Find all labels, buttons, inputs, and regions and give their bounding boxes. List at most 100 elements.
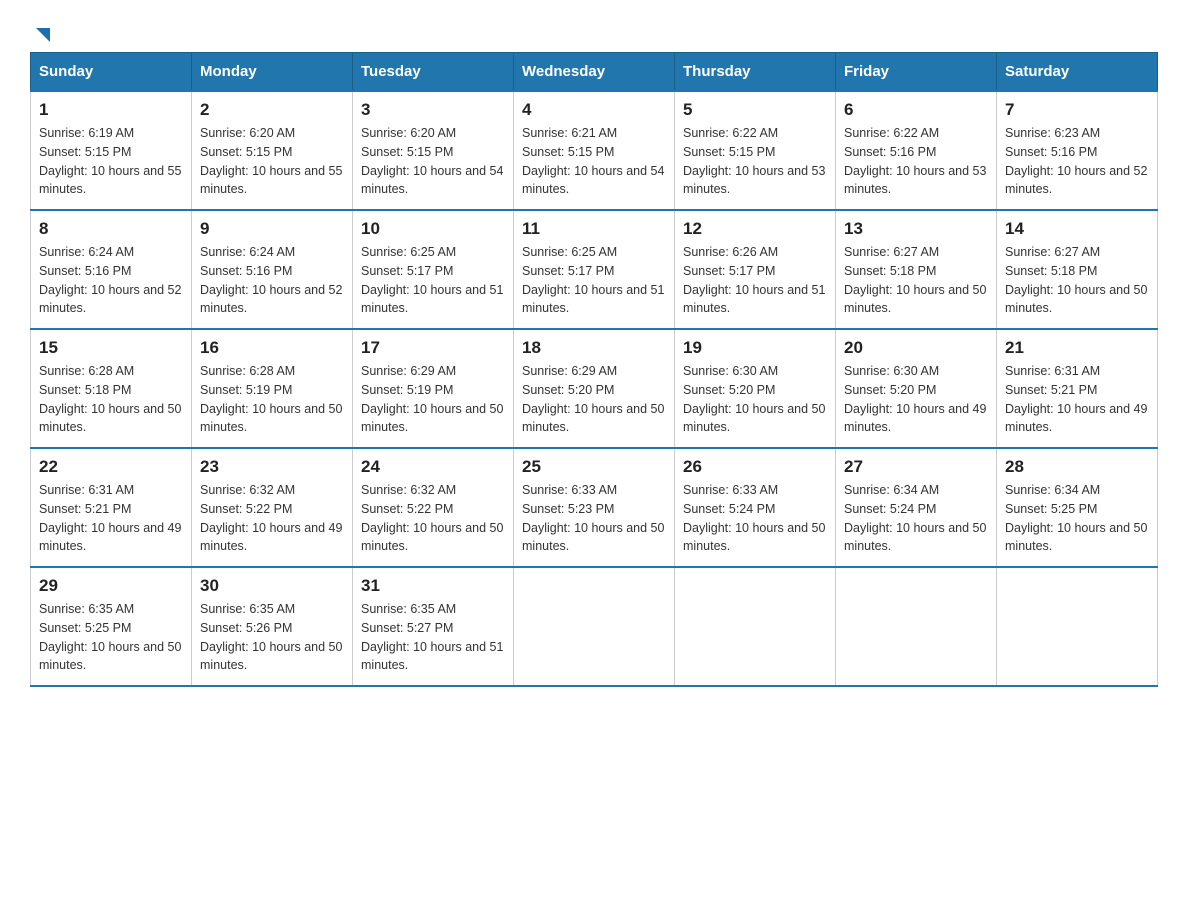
day-info: Sunrise: 6:29 AMSunset: 5:20 PMDaylight:… (522, 364, 664, 434)
day-number: 17 (361, 338, 505, 358)
day-number: 19 (683, 338, 827, 358)
day-info: Sunrise: 6:27 AMSunset: 5:18 PMDaylight:… (844, 245, 986, 315)
calendar-cell: 3 Sunrise: 6:20 AMSunset: 5:15 PMDayligh… (353, 91, 514, 210)
day-number: 26 (683, 457, 827, 477)
day-number: 9 (200, 219, 344, 239)
day-number: 30 (200, 576, 344, 596)
calendar-cell: 30 Sunrise: 6:35 AMSunset: 5:26 PMDaylig… (192, 567, 353, 686)
day-info: Sunrise: 6:28 AMSunset: 5:18 PMDaylight:… (39, 364, 181, 434)
day-number: 5 (683, 100, 827, 120)
day-info: Sunrise: 6:24 AMSunset: 5:16 PMDaylight:… (39, 245, 181, 315)
day-info: Sunrise: 6:20 AMSunset: 5:15 PMDaylight:… (361, 126, 503, 196)
calendar-cell: 17 Sunrise: 6:29 AMSunset: 5:19 PMDaylig… (353, 329, 514, 448)
calendar-cell: 15 Sunrise: 6:28 AMSunset: 5:18 PMDaylig… (31, 329, 192, 448)
logo (30, 20, 54, 42)
weekday-header-saturday: Saturday (997, 53, 1158, 92)
day-number: 4 (522, 100, 666, 120)
day-info: Sunrise: 6:23 AMSunset: 5:16 PMDaylight:… (1005, 126, 1147, 196)
day-number: 24 (361, 457, 505, 477)
day-number: 23 (200, 457, 344, 477)
calendar-cell (836, 567, 997, 686)
day-number: 15 (39, 338, 183, 358)
day-number: 25 (522, 457, 666, 477)
weekday-header-friday: Friday (836, 53, 997, 92)
day-number: 27 (844, 457, 988, 477)
calendar-cell: 12 Sunrise: 6:26 AMSunset: 5:17 PMDaylig… (675, 210, 836, 329)
day-number: 14 (1005, 219, 1149, 239)
calendar-cell: 10 Sunrise: 6:25 AMSunset: 5:17 PMDaylig… (353, 210, 514, 329)
logo-triangle-icon (32, 24, 54, 46)
day-info: Sunrise: 6:20 AMSunset: 5:15 PMDaylight:… (200, 126, 342, 196)
day-number: 28 (1005, 457, 1149, 477)
day-info: Sunrise: 6:33 AMSunset: 5:23 PMDaylight:… (522, 483, 664, 553)
day-info: Sunrise: 6:33 AMSunset: 5:24 PMDaylight:… (683, 483, 825, 553)
day-info: Sunrise: 6:25 AMSunset: 5:17 PMDaylight:… (361, 245, 503, 315)
calendar-cell: 21 Sunrise: 6:31 AMSunset: 5:21 PMDaylig… (997, 329, 1158, 448)
day-number: 12 (683, 219, 827, 239)
calendar-cell: 1 Sunrise: 6:19 AMSunset: 5:15 PMDayligh… (31, 91, 192, 210)
calendar-cell: 11 Sunrise: 6:25 AMSunset: 5:17 PMDaylig… (514, 210, 675, 329)
page-header (30, 20, 1158, 42)
calendar-cell: 8 Sunrise: 6:24 AMSunset: 5:16 PMDayligh… (31, 210, 192, 329)
day-number: 11 (522, 219, 666, 239)
day-number: 20 (844, 338, 988, 358)
day-info: Sunrise: 6:30 AMSunset: 5:20 PMDaylight:… (844, 364, 986, 434)
day-info: Sunrise: 6:35 AMSunset: 5:26 PMDaylight:… (200, 602, 342, 672)
day-info: Sunrise: 6:30 AMSunset: 5:20 PMDaylight:… (683, 364, 825, 434)
calendar-cell: 31 Sunrise: 6:35 AMSunset: 5:27 PMDaylig… (353, 567, 514, 686)
calendar-week-row: 15 Sunrise: 6:28 AMSunset: 5:18 PMDaylig… (31, 329, 1158, 448)
day-info: Sunrise: 6:31 AMSunset: 5:21 PMDaylight:… (39, 483, 181, 553)
day-info: Sunrise: 6:26 AMSunset: 5:17 PMDaylight:… (683, 245, 825, 315)
calendar-cell: 18 Sunrise: 6:29 AMSunset: 5:20 PMDaylig… (514, 329, 675, 448)
day-info: Sunrise: 6:35 AMSunset: 5:25 PMDaylight:… (39, 602, 181, 672)
day-number: 16 (200, 338, 344, 358)
weekday-header-monday: Monday (192, 53, 353, 92)
day-info: Sunrise: 6:25 AMSunset: 5:17 PMDaylight:… (522, 245, 664, 315)
day-info: Sunrise: 6:34 AMSunset: 5:25 PMDaylight:… (1005, 483, 1147, 553)
day-info: Sunrise: 6:24 AMSunset: 5:16 PMDaylight:… (200, 245, 342, 315)
calendar-cell: 13 Sunrise: 6:27 AMSunset: 5:18 PMDaylig… (836, 210, 997, 329)
weekday-header-row: SundayMondayTuesdayWednesdayThursdayFrid… (31, 53, 1158, 92)
calendar-cell: 28 Sunrise: 6:34 AMSunset: 5:25 PMDaylig… (997, 448, 1158, 567)
calendar-cell: 23 Sunrise: 6:32 AMSunset: 5:22 PMDaylig… (192, 448, 353, 567)
calendar-cell: 19 Sunrise: 6:30 AMSunset: 5:20 PMDaylig… (675, 329, 836, 448)
calendar-week-row: 29 Sunrise: 6:35 AMSunset: 5:25 PMDaylig… (31, 567, 1158, 686)
day-info: Sunrise: 6:32 AMSunset: 5:22 PMDaylight:… (361, 483, 503, 553)
day-info: Sunrise: 6:27 AMSunset: 5:18 PMDaylight:… (1005, 245, 1147, 315)
day-number: 13 (844, 219, 988, 239)
day-info: Sunrise: 6:22 AMSunset: 5:15 PMDaylight:… (683, 126, 825, 196)
calendar-cell: 29 Sunrise: 6:35 AMSunset: 5:25 PMDaylig… (31, 567, 192, 686)
day-info: Sunrise: 6:21 AMSunset: 5:15 PMDaylight:… (522, 126, 664, 196)
day-number: 21 (1005, 338, 1149, 358)
day-info: Sunrise: 6:19 AMSunset: 5:15 PMDaylight:… (39, 126, 181, 196)
calendar-week-row: 22 Sunrise: 6:31 AMSunset: 5:21 PMDaylig… (31, 448, 1158, 567)
calendar-week-row: 1 Sunrise: 6:19 AMSunset: 5:15 PMDayligh… (31, 91, 1158, 210)
day-number: 22 (39, 457, 183, 477)
calendar-cell: 24 Sunrise: 6:32 AMSunset: 5:22 PMDaylig… (353, 448, 514, 567)
day-info: Sunrise: 6:34 AMSunset: 5:24 PMDaylight:… (844, 483, 986, 553)
calendar-cell: 22 Sunrise: 6:31 AMSunset: 5:21 PMDaylig… (31, 448, 192, 567)
calendar-cell (997, 567, 1158, 686)
calendar-cell: 6 Sunrise: 6:22 AMSunset: 5:16 PMDayligh… (836, 91, 997, 210)
day-info: Sunrise: 6:31 AMSunset: 5:21 PMDaylight:… (1005, 364, 1147, 434)
day-number: 18 (522, 338, 666, 358)
day-number: 7 (1005, 100, 1149, 120)
day-info: Sunrise: 6:22 AMSunset: 5:16 PMDaylight:… (844, 126, 986, 196)
day-info: Sunrise: 6:32 AMSunset: 5:22 PMDaylight:… (200, 483, 342, 553)
day-number: 8 (39, 219, 183, 239)
calendar-table: SundayMondayTuesdayWednesdayThursdayFrid… (30, 52, 1158, 687)
calendar-cell: 9 Sunrise: 6:24 AMSunset: 5:16 PMDayligh… (192, 210, 353, 329)
calendar-cell (675, 567, 836, 686)
calendar-cell: 2 Sunrise: 6:20 AMSunset: 5:15 PMDayligh… (192, 91, 353, 210)
day-number: 1 (39, 100, 183, 120)
day-info: Sunrise: 6:35 AMSunset: 5:27 PMDaylight:… (361, 602, 503, 672)
day-number: 29 (39, 576, 183, 596)
calendar-cell: 26 Sunrise: 6:33 AMSunset: 5:24 PMDaylig… (675, 448, 836, 567)
day-number: 3 (361, 100, 505, 120)
calendar-cell: 4 Sunrise: 6:21 AMSunset: 5:15 PMDayligh… (514, 91, 675, 210)
day-number: 10 (361, 219, 505, 239)
calendar-cell: 7 Sunrise: 6:23 AMSunset: 5:16 PMDayligh… (997, 91, 1158, 210)
calendar-cell: 14 Sunrise: 6:27 AMSunset: 5:18 PMDaylig… (997, 210, 1158, 329)
day-info: Sunrise: 6:29 AMSunset: 5:19 PMDaylight:… (361, 364, 503, 434)
weekday-header-tuesday: Tuesday (353, 53, 514, 92)
